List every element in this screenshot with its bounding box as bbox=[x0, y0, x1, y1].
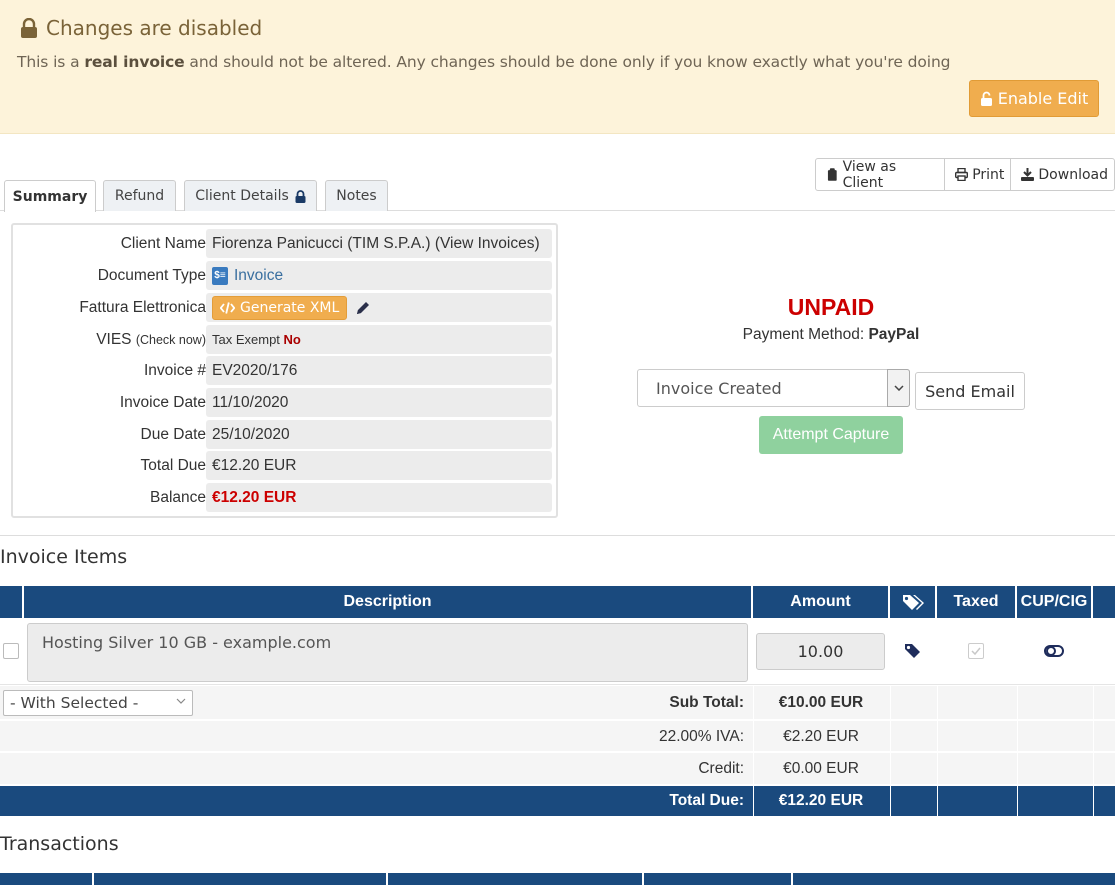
code-icon bbox=[220, 301, 235, 314]
summary-row-doctype: Document Type $≡ Invoice bbox=[13, 261, 556, 291]
toggle-icon[interactable] bbox=[1044, 644, 1064, 658]
unlock-icon bbox=[980, 91, 992, 106]
col-taxed: Taxed bbox=[937, 586, 1015, 618]
lock-icon bbox=[21, 18, 37, 38]
tx-col-1 bbox=[0, 873, 92, 885]
tab-notes[interactable]: Notes bbox=[325, 180, 388, 211]
send-email-button[interactable]: Send Email bbox=[915, 372, 1025, 410]
tax-row: 22.00% IVA: €2.20 EUR bbox=[0, 721, 1115, 752]
tax-exempt-value: No bbox=[283, 332, 301, 347]
summary-row-invoice-number: Invoice # EV2020/176 bbox=[13, 356, 556, 386]
summary-row-balance: Balance €12.20 EUR bbox=[13, 483, 556, 513]
tx-col-2 bbox=[94, 873, 386, 885]
balance-value: €12.20 EUR bbox=[206, 483, 552, 512]
total-due-value: €12.20 EUR bbox=[778, 792, 864, 809]
tab-summary[interactable]: Summary bbox=[4, 180, 96, 212]
total-due-row: Total Due: €12.20 EUR bbox=[0, 786, 1115, 817]
banner-message: This is a real invoice and should not be… bbox=[17, 53, 951, 71]
summary-row-client: Client Name Fiorenza Panicucci (TIM S.P.… bbox=[13, 229, 556, 259]
tx-col-4 bbox=[644, 873, 791, 885]
summary-row-fattura: Fattura Elettronica Generate XML bbox=[13, 293, 556, 323]
tab-refund[interactable]: Refund bbox=[103, 180, 176, 211]
tag-icon[interactable] bbox=[904, 643, 921, 659]
tx-col-5 bbox=[793, 873, 1115, 885]
edit-disabled-banner: Changes are disabled This is a real invo… bbox=[0, 0, 1115, 134]
col-amount: Amount bbox=[753, 586, 888, 618]
transactions-title: Transactions bbox=[0, 833, 119, 855]
enable-edit-button[interactable]: Enable Edit bbox=[969, 80, 1099, 117]
attempt-capture-button[interactable]: Attempt Capture bbox=[759, 416, 903, 454]
col-description: Description bbox=[24, 586, 751, 618]
item-description-input[interactable]: Hosting Silver 10 GB - example.com bbox=[27, 623, 748, 682]
subtotal-value: €10.00 EUR bbox=[778, 694, 864, 711]
with-selected-dropdown[interactable]: - With Selected - bbox=[3, 690, 193, 716]
banner-title-text: Changes are disabled bbox=[46, 16, 263, 40]
tax-value: €2.20 EUR bbox=[783, 728, 859, 745]
email-template-select[interactable]: Invoice Created bbox=[637, 369, 910, 407]
col-cup-cig: CUP/CIG bbox=[1017, 586, 1091, 618]
row-select-checkbox[interactable] bbox=[3, 643, 19, 659]
col-select bbox=[0, 586, 22, 618]
invoice-items-title: Invoice Items bbox=[0, 546, 128, 568]
generate-xml-button[interactable]: Generate XML bbox=[212, 295, 348, 320]
pencil-icon[interactable] bbox=[355, 300, 371, 316]
summary-row-invoice-date: Invoice Date 11/10/2020 bbox=[13, 388, 556, 418]
col-tag bbox=[890, 586, 935, 618]
invoice-summary: Client Name Fiorenza Panicucci (TIM S.P.… bbox=[11, 223, 558, 518]
credit-row: Credit: €0.00 EUR bbox=[0, 753, 1115, 785]
credit-value: €0.00 EUR bbox=[783, 760, 859, 777]
taxed-checkbox[interactable] bbox=[968, 643, 984, 659]
section-divider bbox=[0, 535, 1115, 536]
col-actions bbox=[1093, 586, 1115, 618]
summary-row-due-date: Due Date 25/10/2020 bbox=[13, 420, 556, 450]
table-row: Hosting Silver 10 GB - example.com 10.00 bbox=[0, 619, 1115, 685]
item-amount-input[interactable]: 10.00 bbox=[756, 633, 885, 670]
lock-icon bbox=[295, 189, 306, 203]
client-name-link[interactable]: Fiorenza Panicucci (TIM S.P.A.) bbox=[212, 235, 431, 253]
view-invoices-link[interactable]: (View Invoices) bbox=[435, 235, 540, 253]
tags-icon bbox=[902, 594, 924, 610]
summary-row-total-due: Total Due €12.20 EUR bbox=[13, 451, 556, 481]
invoice-status: UNPAID bbox=[787, 294, 875, 320]
banner-title: Changes are disabled bbox=[20, 16, 262, 40]
document-icon: $≡ bbox=[212, 266, 228, 285]
summary-row-vies: VIES (Check now) Tax Exempt No bbox=[13, 325, 556, 355]
check-vies-link[interactable]: (Check now) bbox=[136, 333, 206, 347]
tab-client-details[interactable]: Client Details bbox=[184, 180, 317, 211]
chevron-down-icon bbox=[176, 698, 186, 704]
tx-col-3 bbox=[388, 873, 642, 885]
chevron-down-icon bbox=[887, 369, 910, 407]
invoice-tabs: Summary Refund Client Details Notes bbox=[0, 180, 1115, 212]
payment-method: Payment Method: PayPal bbox=[742, 326, 920, 343]
document-type-value: Invoice bbox=[234, 266, 284, 284]
